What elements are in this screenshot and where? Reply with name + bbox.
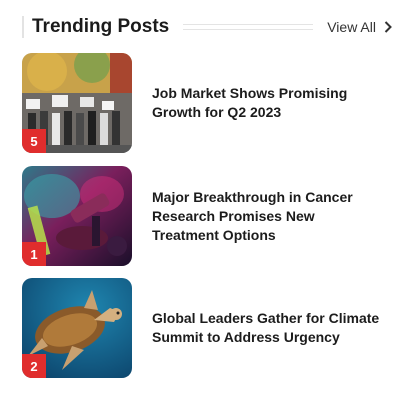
post-item[interactable]: 2 Global Leaders Gather for Climate Summ…	[22, 278, 382, 378]
post-title[interactable]: Global Leaders Gather for Climate Summit…	[152, 309, 382, 347]
post-thumbnail[interactable]: 1	[22, 166, 132, 266]
header-divider	[183, 24, 314, 30]
view-all-link[interactable]: View All	[327, 19, 392, 35]
header-accent-bar	[22, 16, 24, 38]
chevron-right-icon	[384, 21, 392, 33]
section-header: Trending Posts View All	[22, 12, 392, 42]
section-title: Trending Posts	[32, 16, 170, 37]
rank-badge: 2	[22, 354, 46, 378]
rank-badge: 1	[22, 242, 46, 266]
post-title[interactable]: Major Breakthrough in Cancer Research Pr…	[152, 188, 382, 245]
post-item[interactable]: 5 Job Market Shows Promising Growth for …	[22, 53, 382, 153]
post-thumbnail[interactable]: 5	[22, 53, 132, 153]
view-all-label: View All	[327, 19, 376, 35]
post-thumbnail[interactable]: 2	[22, 278, 132, 378]
post-title[interactable]: Job Market Shows Promising Growth for Q2…	[152, 84, 382, 122]
rank-badge: 5	[22, 129, 46, 153]
post-item[interactable]: 1 Major Breakthrough in Cancer Research …	[22, 166, 382, 266]
